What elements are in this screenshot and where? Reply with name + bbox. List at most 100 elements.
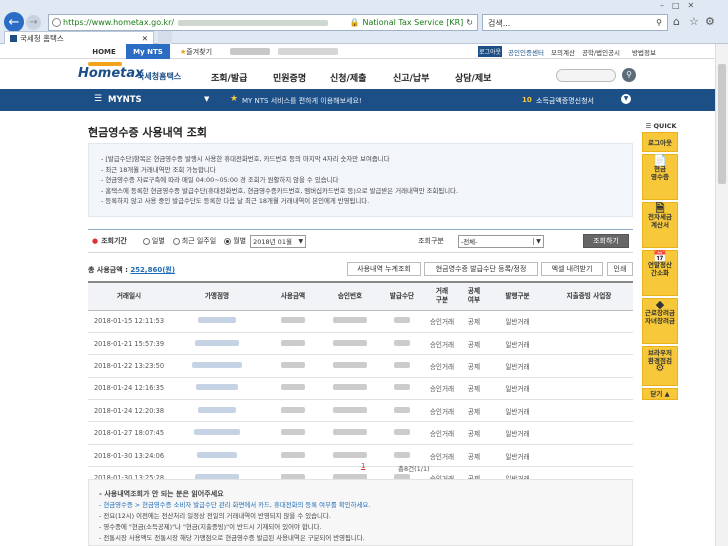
- cell-status: 승인거래: [426, 354, 458, 378]
- radio-label: 최근 일주일: [181, 237, 217, 245]
- table-row: 2018-01-27 18:07:45 승인거래 공제 일반거래: [88, 421, 633, 445]
- cumulative-button[interactable]: 사용내역 누계조회: [347, 262, 421, 276]
- quick-title-text: QUICK: [653, 122, 677, 130]
- cell-merchant[interactable]: [170, 332, 264, 356]
- calendar-icon: 📅: [653, 250, 667, 263]
- quick-browser-check[interactable]: 브라우저 환경점검 ⚙: [642, 346, 678, 386]
- chevron-up-icon: ▲: [664, 390, 670, 398]
- cell-approval: [322, 377, 378, 401]
- menu-consult[interactable]: 상담/제보: [455, 71, 491, 84]
- info-box: - [발급수단]항목은 현금영수증 발행시 사용한 휴대전화번호, 카드번호 등…: [88, 143, 633, 217]
- quick-incentive[interactable]: ◆ 근로장려금 자녀장려금: [642, 298, 678, 344]
- refresh-icon[interactable]: ↻: [466, 18, 473, 27]
- cell-merchant[interactable]: [170, 354, 264, 378]
- radio-week[interactable]: 최근 일주일: [172, 236, 217, 246]
- excel-button[interactable]: 엑셀 내려받기: [541, 262, 603, 276]
- notice-link[interactable]: - 현금영수증 > 현금영수증 소비자 발급수단 관리 화면에서 카드, 휴대전…: [99, 501, 370, 509]
- cert-badge[interactable]: 로그아웃: [478, 46, 502, 57]
- menu-icon[interactable]: ☰: [94, 94, 102, 104]
- blurred-value: [394, 317, 410, 324]
- table-row: 2018-01-24 12:16:35 승인거래 공제 일반거래: [88, 377, 633, 401]
- menu-apply[interactable]: 신청/제출: [330, 71, 366, 84]
- search-button[interactable]: 조회하기: [583, 234, 629, 248]
- month-select[interactable]: 2018년 01월 ▼: [250, 234, 307, 248]
- menu-certificate[interactable]: 민원증명: [273, 71, 306, 84]
- cell-method: [378, 421, 426, 445]
- vertical-scrollbar[interactable]: [715, 44, 728, 546]
- notice-title: - 사용내역조회가 안 되는 분은 읽어주세요: [99, 490, 224, 498]
- cell-merchant[interactable]: [170, 377, 264, 401]
- header-search-input[interactable]: [556, 69, 616, 82]
- chevron-down-icon[interactable]: ▼: [204, 95, 209, 103]
- security-indicator[interactable]: 🔒 National Tax Service [KR] ↻: [350, 18, 477, 27]
- mock-calc-link[interactable]: 모의계산: [548, 44, 578, 59]
- address-bar[interactable]: https://www.hometax.go.kr/ 🔒 National Ta…: [48, 14, 478, 31]
- radio-icon: [172, 237, 180, 245]
- notice-text[interactable]: 소득금액증명신청서: [536, 96, 594, 106]
- browser-tab[interactable]: 국세청 홈택스 ✕: [4, 31, 154, 44]
- blurred-value: [195, 339, 239, 346]
- star-icon[interactable]: ☆: [689, 15, 699, 28]
- cell-merchant[interactable]: [170, 310, 264, 333]
- cell-business: [545, 332, 633, 356]
- register-button[interactable]: 현금영수증 발급수단 등록/정정: [424, 262, 538, 276]
- cell-issue: 일반거래: [490, 354, 545, 378]
- quick-label: 로그아웃: [648, 139, 672, 147]
- radio-monthly[interactable]: 월별: [224, 236, 246, 246]
- blurred-value: [281, 339, 305, 346]
- hometax-logo[interactable]: Hometax 국세청홈택스: [78, 62, 188, 86]
- close-icon[interactable]: ✕: [142, 34, 148, 43]
- nav-favorites[interactable]: ★ 즐겨찾기: [174, 44, 218, 59]
- quick-cash-receipt[interactable]: 📄 현금 영수증: [642, 154, 678, 200]
- home-icon[interactable]: ⌂: [673, 15, 680, 28]
- col-method: 발급수단: [378, 281, 426, 311]
- nav-home[interactable]: HOME: [86, 44, 122, 59]
- cell-merchant[interactable]: [170, 399, 264, 423]
- nav-my-nts[interactable]: My NTS: [126, 44, 170, 59]
- cell-business: [545, 377, 633, 401]
- cell-status: 승인거래: [426, 377, 458, 401]
- blurred-value: [194, 429, 240, 436]
- page-current[interactable]: 1: [361, 462, 365, 470]
- type-select[interactable]: -전체- ▼: [457, 234, 544, 248]
- gear-icon: ⚙: [655, 363, 665, 374]
- col-date: 거래일시: [88, 281, 170, 311]
- browser-search-input[interactable]: 검색... ⚲: [482, 14, 668, 31]
- blurred-value: [198, 317, 236, 324]
- method-info-link[interactable]: 방법정보: [624, 44, 664, 59]
- cell-issue: 일반거래: [490, 332, 545, 356]
- notice-number: 10: [522, 96, 532, 104]
- chevron-circle-icon[interactable]: ▼: [621, 94, 631, 104]
- menu-inquiry[interactable]: 조회/발급: [211, 71, 247, 84]
- scroll-thumb[interactable]: [718, 64, 726, 184]
- quick-year-end[interactable]: 📅 연말정산 간소화: [642, 250, 678, 296]
- search-icon[interactable]: ⚲: [656, 18, 662, 27]
- cell-merchant[interactable]: [170, 444, 264, 468]
- cert-center-link[interactable]: 공인인증센터: [506, 44, 546, 59]
- forward-button[interactable]: →: [26, 15, 41, 30]
- notice-title-text: 사용내역조회가 안 되는 분은 읽어주세요: [104, 490, 224, 498]
- quick-bar: ☰ QUICK 로그아웃 📄 현금 영수증 🗎 전자세금 계산서 📅 연말정산 간소화…: [642, 122, 680, 400]
- new-tab-button[interactable]: [158, 31, 172, 44]
- quick-tax-invoice[interactable]: 🗎 전자세금 계산서: [642, 202, 678, 248]
- print-button[interactable]: 인쇄: [607, 262, 633, 276]
- disclosure-link[interactable]: 공학/법인공시: [578, 44, 624, 59]
- radio-daily[interactable]: 일별: [142, 236, 165, 246]
- cell-merchant[interactable]: [170, 421, 264, 445]
- blurred-value: [281, 317, 305, 324]
- quick-close[interactable]: 닫기 ▲: [642, 388, 678, 400]
- type-value: -전체-: [460, 238, 478, 246]
- mynts-label[interactable]: MYNTS: [108, 95, 142, 105]
- notice-box: - 사용내역조회가 안 되는 분은 읽어주세요 - 현금영수증 > 현금영수증 …: [88, 479, 633, 546]
- blurred-value: [281, 406, 305, 413]
- menu-report[interactable]: 신고/납부: [393, 71, 429, 84]
- url-blurred: [178, 19, 329, 26]
- col-issue: 발행구분: [490, 281, 545, 311]
- cell-deduct: 공제: [458, 444, 490, 468]
- gear-icon[interactable]: ⚙: [705, 15, 715, 28]
- back-button[interactable]: ←: [4, 12, 24, 32]
- header-search-icon[interactable]: ⚲: [622, 68, 636, 82]
- cell-status: 승인거래: [426, 444, 458, 468]
- col-amount: 사용금액: [264, 281, 322, 311]
- quick-logout[interactable]: 로그아웃: [642, 132, 678, 152]
